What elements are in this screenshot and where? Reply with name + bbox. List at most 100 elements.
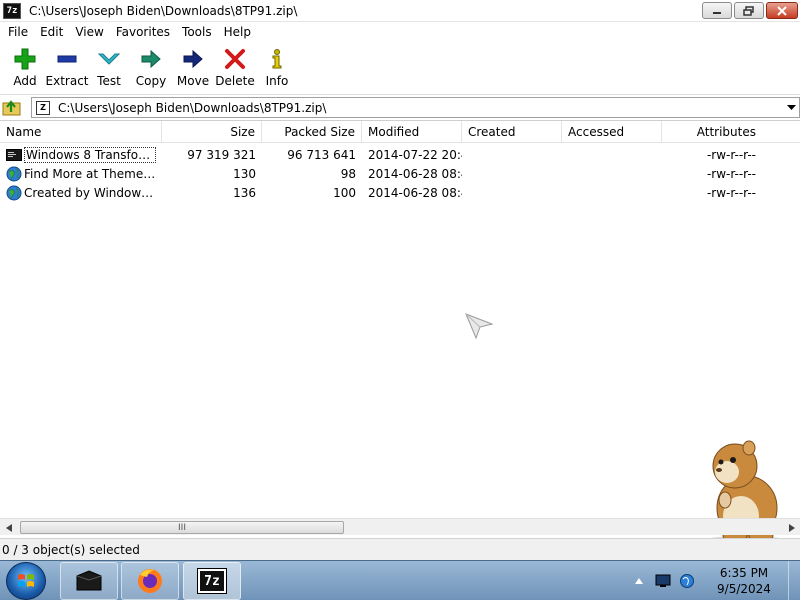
delete-button[interactable]: Delete [214, 42, 256, 92]
menu-edit[interactable]: Edit [34, 25, 69, 39]
taskbar-firefox-button[interactable] [121, 562, 179, 600]
clock-time: 6:35 PM [719, 566, 769, 580]
system-tray: 6:35 PM 9/5/2024 [628, 561, 800, 600]
file-accessed [562, 145, 662, 164]
up-folder-button[interactable] [0, 96, 24, 118]
address-bar: Z C:\Users\Joseph Biden\Downloads\8TP91.… [0, 94, 800, 118]
test-label: Test [97, 74, 121, 88]
add-button[interactable]: Add [4, 42, 46, 92]
executable-icon [6, 148, 22, 161]
windows-logo-icon [18, 574, 34, 587]
file-name: Find More at ThemeMy... [24, 166, 156, 181]
internet-shortcut-icon [6, 185, 22, 200]
test-button[interactable]: Test [88, 42, 130, 92]
file-name-cell: Find More at ThemeMy... [0, 164, 162, 183]
column-size[interactable]: Size [162, 121, 262, 143]
file-accessed [562, 164, 662, 183]
column-packed-size[interactable]: Packed Size [262, 121, 362, 143]
maximize-button[interactable] [734, 2, 764, 19]
column-name[interactable]: Name [0, 121, 162, 143]
info-button[interactable]: Info [256, 42, 298, 92]
file-size: 97 319 321 [187, 147, 256, 162]
clock-date: 9/5/2024 [717, 582, 771, 596]
column-accessed[interactable]: Accessed [562, 121, 662, 143]
internet-shortcut-icon [6, 166, 22, 181]
menu-help[interactable]: Help [218, 25, 257, 39]
file-name-cell: Created by WindowsXLi... [0, 183, 162, 202]
taskbar-explorer-button[interactable] [60, 562, 118, 600]
file-modified: 2014-06-28 08:40 [368, 185, 462, 200]
address-dropdown-button[interactable] [786, 103, 796, 113]
firefox-icon [138, 569, 162, 593]
table-row[interactable]: Created by WindowsXLi... 136 100 2014-06… [0, 183, 800, 202]
file-accessed [562, 183, 662, 202]
toolbar: Add Extract Test Copy Move Delete Info [0, 42, 800, 92]
column-attributes[interactable]: Attributes [662, 121, 762, 143]
file-packed-size: 100 [333, 185, 356, 200]
file-list[interactable]: Name Size Packed Size Modified Created A… [0, 120, 800, 536]
scroll-left-button[interactable] [0, 519, 17, 536]
move-button[interactable]: Move [172, 42, 214, 92]
7zip-app-icon[interactable]: 7z [3, 2, 21, 19]
file-name-cell: Windows 8 Transformat... [0, 145, 162, 164]
delete-x-icon [223, 47, 247, 71]
horizontal-scrollbar[interactable]: III [0, 518, 800, 535]
file-created [462, 183, 562, 202]
file-name: Windows 8 Transformat... [24, 146, 156, 163]
extract-button[interactable]: Extract [46, 42, 89, 92]
file-attributes: -rw-r--r-- [706, 147, 756, 162]
menu-favorites[interactable]: Favorites [110, 25, 176, 39]
minimize-button[interactable] [702, 2, 732, 19]
file-created [462, 145, 562, 164]
start-button[interactable] [6, 562, 46, 600]
chevron-down-icon [786, 105, 796, 110]
file-name: Created by WindowsXLi... [24, 185, 156, 200]
file-attributes: -rw-r--r-- [706, 185, 756, 200]
menu-tools[interactable]: Tools [176, 25, 218, 39]
minus-icon [55, 47, 79, 71]
file-size: 130 [233, 166, 256, 181]
restore-icon [743, 5, 754, 16]
show-hidden-icons-button[interactable] [628, 571, 650, 591]
mouse-cursor-icon [465, 313, 494, 340]
file-modified: 2014-06-28 08:40 [368, 166, 462, 181]
scroll-right-button[interactable] [783, 519, 800, 536]
menu-bar: File Edit View Favorites Tools Help [0, 22, 800, 42]
copy-arrow-icon [139, 47, 163, 71]
7zip-icon: 7z [197, 568, 227, 594]
add-label: Add [13, 74, 37, 88]
copy-button[interactable]: Copy [130, 42, 172, 92]
file-created [462, 164, 562, 183]
menu-file[interactable]: File [2, 25, 34, 39]
close-icon [777, 5, 787, 16]
file-modified: 2014-07-22 20:43 [368, 147, 462, 162]
taskbar-7zip-button[interactable]: 7z [183, 562, 241, 600]
clock[interactable]: 6:35 PM 9/5/2024 [704, 565, 784, 597]
table-row[interactable]: Find More at ThemeMy... 130 98 2014-06-2… [0, 164, 800, 183]
table-row[interactable]: Windows 8 Transformat... 97 319 321 96 7… [0, 145, 800, 164]
status-bar: 0 / 3 object(s) selected [0, 538, 800, 560]
info-icon [265, 47, 289, 71]
network-globe-icon [680, 574, 694, 588]
file-size: 136 [233, 185, 256, 200]
close-button[interactable] [766, 2, 798, 19]
chevron-left-icon [5, 523, 12, 532]
move-label: Move [176, 74, 210, 88]
copy-label: Copy [135, 74, 167, 88]
menu-view[interactable]: View [69, 25, 109, 39]
title-bar: 7z C:\Users\Joseph Biden\Downloads\8TP91… [0, 0, 800, 22]
action-center-button[interactable] [652, 571, 674, 591]
chevron-up-icon [635, 578, 643, 584]
zip-archive-icon: Z [36, 100, 50, 115]
show-desktop-button[interactable] [788, 561, 800, 600]
monitor-icon [655, 574, 671, 587]
up-folder-icon [2, 99, 21, 115]
address-field[interactable]: Z C:\Users\Joseph Biden\Downloads\8TP91.… [31, 97, 800, 118]
window-controls [702, 2, 798, 19]
network-button[interactable] [676, 571, 698, 591]
file-packed-size: 98 [340, 166, 356, 181]
plus-icon [13, 47, 37, 71]
scrollbar-thumb[interactable]: III [20, 521, 344, 534]
column-created[interactable]: Created [462, 121, 562, 143]
column-modified[interactable]: Modified [362, 121, 462, 143]
